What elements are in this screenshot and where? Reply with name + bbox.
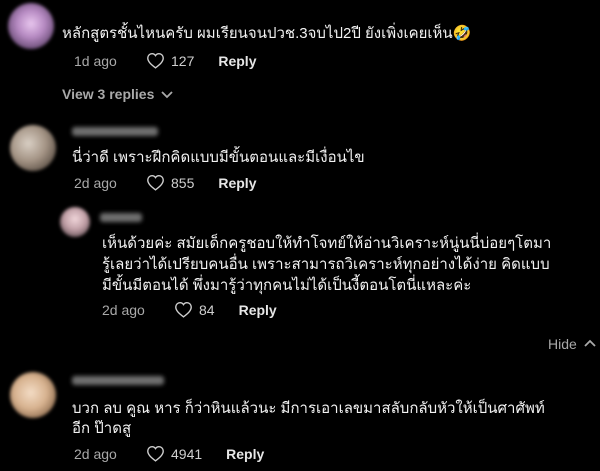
reply-button[interactable]: Reply — [226, 446, 264, 462]
comment-text: รู้เลยว่าได้เปรียบคนอื่น เพราะสามารถวิเค… — [102, 256, 550, 273]
chevron-up-icon — [584, 339, 596, 347]
username[interactable] — [72, 376, 164, 385]
avatar[interactable] — [8, 3, 54, 49]
like-count: 4941 — [171, 445, 203, 462]
avatar[interactable] — [60, 207, 90, 237]
reply-button[interactable]: Reply — [218, 53, 256, 69]
comment-text: บวก ลบ คูณ หาร ก็ว่าหินแล้วนะ มีการเอาเล… — [72, 400, 545, 417]
like-count: 84 — [199, 301, 215, 318]
like-count: 127 — [171, 52, 195, 69]
comment-text: อีก ป๊าดสู — [72, 420, 132, 437]
like-button[interactable]: 127 — [146, 52, 194, 69]
view-replies-button[interactable]: View 3 replies — [62, 86, 174, 102]
comment-meta: 2d ago 84 Reply — [102, 301, 277, 318]
like-button[interactable]: 4941 — [146, 445, 202, 462]
like-count: 855 — [171, 174, 195, 191]
reply-button[interactable]: Reply — [218, 175, 256, 191]
comment-age: 2d ago — [102, 301, 145, 318]
heart-outline-icon — [147, 175, 164, 191]
comment-meta: 2d ago 4941 Reply — [74, 445, 264, 462]
comment-text: นี่ว่าดี เพราะฝึกคิดแบบมีขั้นตอนและมีเงื… — [72, 149, 365, 166]
reply-button[interactable]: Reply — [239, 302, 277, 318]
username[interactable] — [72, 127, 158, 136]
view-replies-label: View 3 replies — [62, 86, 155, 102]
comment-text: หลักสูตรชั้นไหนครับ ผมเรียนจนปวช.3จบไป2ป… — [62, 25, 472, 42]
username[interactable] — [100, 213, 142, 222]
heart-outline-icon — [147, 446, 164, 462]
comment-age: 2d ago — [74, 445, 117, 462]
heart-outline-icon — [147, 53, 164, 69]
comment-text: เห็นด้วยค่ะ สมัยเด็กครูชอบให้ทำโจทย์ให้อ… — [102, 235, 552, 252]
like-button[interactable]: 84 — [174, 301, 215, 318]
hide-label: Hide — [548, 336, 577, 352]
comment-meta: 1d ago 127 Reply — [74, 52, 256, 69]
comment-age: 2d ago — [74, 174, 117, 191]
comment-meta: 2d ago 855 Reply — [74, 174, 256, 191]
hide-replies-button[interactable]: Hide — [548, 336, 597, 352]
like-button[interactable]: 855 — [146, 174, 194, 191]
avatar[interactable] — [10, 125, 56, 171]
chevron-down-icon — [161, 91, 173, 99]
heart-outline-icon — [175, 302, 192, 318]
avatar[interactable] — [10, 372, 56, 418]
comment-text: มีขั้นมีตอนได้ พึ่งมารู้ว่าทุกคนไม่ได้เป… — [102, 277, 472, 294]
comment-age: 1d ago — [74, 52, 117, 69]
